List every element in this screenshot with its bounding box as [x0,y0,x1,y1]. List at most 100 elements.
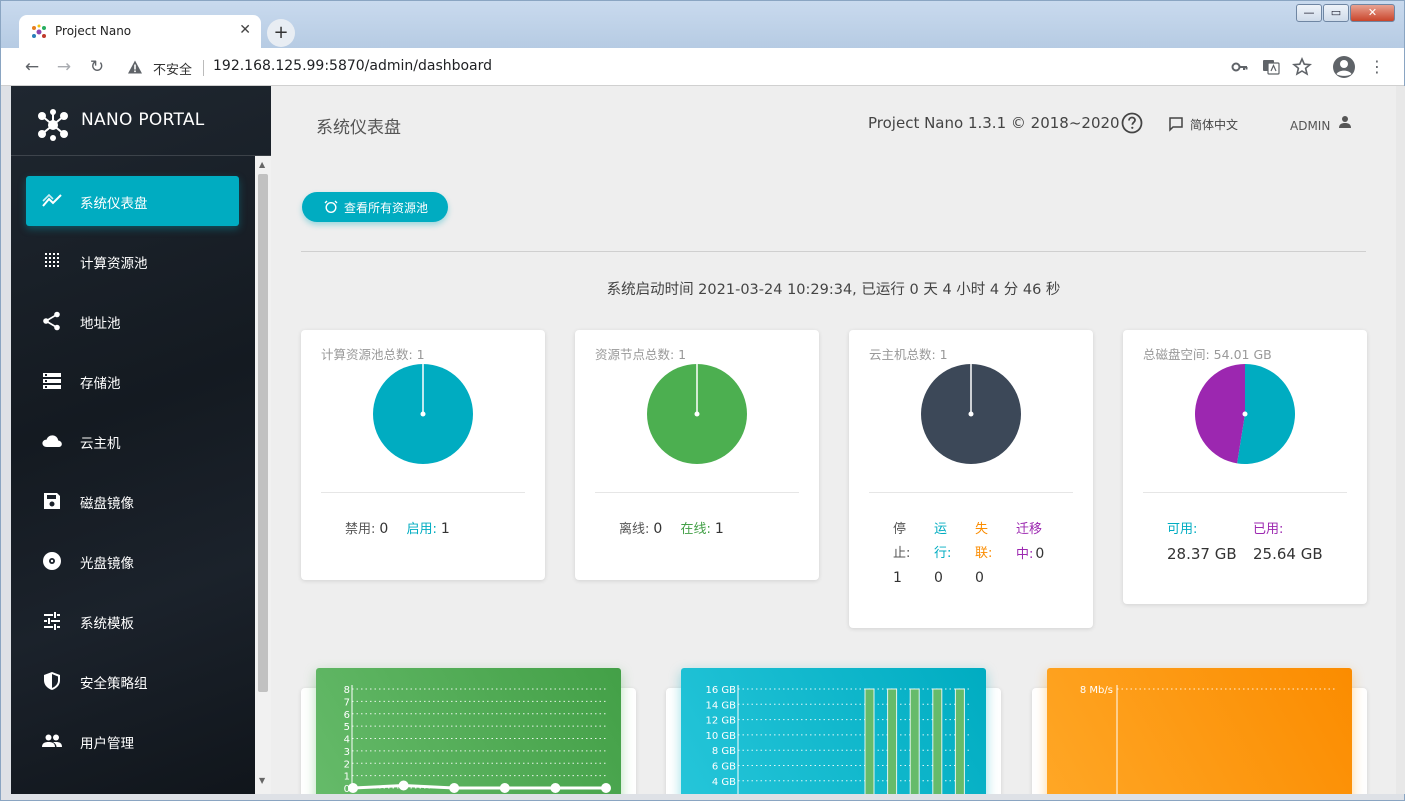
back-button[interactable]: ← [19,54,45,80]
chart-2-svg: 16 GB 14 GB 12 GB 10 GB 8 GB 6 GB 4 GB [705,685,971,794]
page-title: 系统仪表盘 [316,118,401,138]
translate-icon[interactable] [1261,57,1281,77]
card-title: 计算资源池总数: 1 [321,347,425,362]
tab-close-icon[interactable]: ✕ [239,22,251,38]
chat-bubble-icon [1169,117,1183,132]
scroll-down-arrow-icon[interactable]: ▼ [259,776,265,785]
sidebar-item-label: 磁盘镜像 [80,496,134,512]
key-icon[interactable] [1230,57,1250,77]
resource-node-legend: 离线: 0 在线: 1 [619,518,724,537]
stopped-value: 1 [893,570,902,586]
bar [864,688,875,794]
browser-menu-icon[interactable]: ⋮ [1367,57,1387,77]
shield-icon [44,672,60,690]
online-value: 1 [714,521,724,537]
browser-toolbar: ← → ↻ 不安全 192.168.125.99:5870/admin/dash… [1,48,1404,86]
browser-window: Project Nano ✕ + — ▭ ✕ ← → ↻ 不安全 192.168… [0,0,1405,801]
account-circle-icon[interactable] [1332,55,1356,79]
y-tick-label: 4 [344,735,350,746]
y-tick-label: 12 GB [705,716,736,727]
pie-center-dot [1242,411,1248,417]
disk-used-slice [1195,364,1245,464]
security-label[interactable]: 不安全 [153,59,192,78]
tab-title: Project Nano [55,24,132,38]
chart-3-svg: 8 Mb/s [1080,685,1337,794]
storage-list-icon [43,373,61,389]
y-tick-label: 6 GB [712,762,736,773]
stopped-label-2: 止: [893,546,911,561]
y-tick-label: 14 GB [705,700,736,711]
resource-node-card: 资源节点总数: 1 离线: 0 在线: 1 [575,330,819,580]
forward-button[interactable]: → [51,54,77,80]
instance-pie [921,364,1021,464]
username: ADMIN [1290,119,1331,133]
window-maximize-button[interactable]: ▭ [1323,4,1349,22]
url-text[interactable]: 192.168.125.99:5870/admin/dashboard [213,58,492,74]
sidebar-item-label: 地址池 [80,316,121,332]
people-icon [42,734,62,747]
migrating-label-1: 迁移 [1016,522,1043,537]
sidebar-item-label: 计算资源池 [80,256,148,272]
page-scrollbar[interactable] [1396,86,1405,794]
compute-pool-legend: 禁用: 0 启用: 1 [345,518,450,537]
user-menu[interactable]: ADMIN [1290,115,1351,134]
y-tick-label: 1 [344,772,350,783]
app-area: NANO PORTAL 系统仪表盘 计算资源池 地址池 存储池 云主机 磁盘镜像… [11,86,1396,794]
window-close-button[interactable]: ✕ [1350,4,1395,22]
sidebar-item-users[interactable]: 用户管理 [26,716,239,766]
stopped-label-1: 停 [893,522,907,537]
bar [887,688,898,794]
view-all-pools-label: 查看所有资源池 [344,201,429,215]
compute-pool-pie [373,364,473,464]
sidebar-item-label: 系统模板 [80,616,134,632]
sidebar-item-iso-images[interactable]: 光盘镜像 [26,536,239,586]
card-title: 总磁盘空间: 54.01 GB [1143,347,1272,362]
new-tab-button[interactable]: + [267,19,295,47]
sidebar-item-address-pools[interactable]: 地址池 [26,296,239,346]
browser-tab[interactable]: Project Nano ✕ [19,15,261,49]
sidebar-item-label: 系统仪表盘 [80,196,148,212]
sidebar-item-compute-pools[interactable]: 计算资源池 [26,236,239,286]
migrating-value: 0 [1035,546,1045,562]
card-title: 云主机总数: 1 [869,347,948,362]
data-point [449,783,460,793]
card-divider [595,492,799,493]
sidebar-scrollbar[interactable]: ▲ ▼ [255,156,271,794]
reload-button[interactable]: ↻ [84,54,110,80]
lost-legend: 失 联: 0 [975,518,997,590]
brand[interactable]: NANO PORTAL [11,86,271,156]
y-tick-label: 3 [344,747,350,758]
person-icon [1339,116,1351,128]
warning-icon [128,60,142,74]
used-value: 25.64 GB [1253,545,1323,563]
version-text: Project Nano 1.3.1 © 2018~2020 [868,114,1120,132]
sidebar-item-label: 云主机 [80,436,121,452]
y-tick-label: 7 [344,697,350,708]
sidebar-scroll-thumb[interactable] [258,174,268,692]
window-minimize-button[interactable]: — [1296,4,1322,22]
sidebar-item-label: 存储池 [80,376,121,392]
scroll-up-arrow-icon[interactable]: ▲ [259,160,265,169]
bookmark-star-icon[interactable] [1292,57,1312,77]
sidebar-item-storage-pools[interactable]: 存储池 [26,356,239,406]
disk-used-legend: 已用: 25.64 GB [1253,518,1323,566]
uptime-text: 系统启动时间 2021-03-24 10:29:34, 已运行 0 天 4 小时… [606,282,1061,298]
series-line [352,784,606,790]
sidebar-item-security-groups[interactable]: 安全策略组 [26,656,239,706]
nano-favicon-icon [32,24,46,38]
sidebar-item-disk-images[interactable]: 磁盘镜像 [26,476,239,526]
y-tick-label: 2 [344,759,350,770]
sidebar-item-instances[interactable]: 云主机 [26,416,239,466]
tune-sliders-icon [44,612,60,630]
sidebar-menu: 系统仪表盘 计算资源池 地址池 存储池 云主机 磁盘镜像 光盘镜像 系统模板 安… [11,176,255,776]
resource-node-pie [647,364,747,464]
address-bar[interactable]: 不安全 192.168.125.99:5870/admin/dashboard [119,53,1319,81]
available-label: 可用: [1167,522,1198,537]
sidebar-item-templates[interactable]: 系统模板 [26,596,239,646]
disk-space-pie [1195,364,1295,464]
save-disk-icon [44,493,60,509]
help-icon[interactable] [1121,112,1143,134]
sidebar-item-dashboard[interactable]: 系统仪表盘 [26,176,239,226]
y-tick-label: 10 GB [705,731,736,742]
view-all-pools-button[interactable]: 查看所有资源池 [302,192,448,222]
